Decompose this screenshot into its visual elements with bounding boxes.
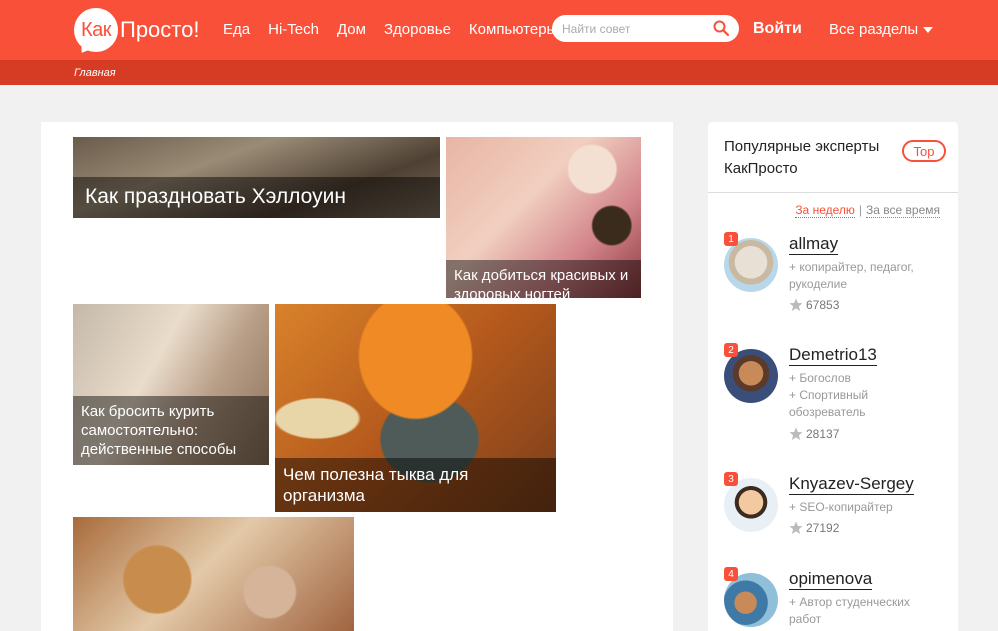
all-sections-label: Все разделы [829,21,919,38]
article-title: Чем полезна тыква для организма [275,458,556,512]
article-tile-nails[interactable]: Как добиться красивых и здоровых ногтей [446,137,641,298]
search-input[interactable] [562,20,702,37]
nav-item-home[interactable]: Дом [337,21,366,38]
top-badge[interactable]: Top [902,140,946,162]
chevron-down-icon [923,27,934,34]
article-tile-halloween[interactable]: Как праздновать Хэллоуин [73,137,440,218]
articles-grid: Как праздновать Хэллоуин Как добиться кр… [41,122,673,631]
search-icon[interactable] [713,20,729,36]
expert-name[interactable]: allmay [789,234,839,255]
expert-name[interactable]: opimenova [789,569,873,590]
top-header: Как Просто! Еда Hi-Tech Дом Здоровье Ком… [0,0,998,60]
article-title: Как бросить курить самостоятельно: дейст… [73,396,269,465]
rank-badge: 2 [724,343,738,357]
all-sections-dropdown[interactable]: Все разделы [829,21,934,38]
nav-item-computers[interactable]: Компьютеры [469,21,557,38]
star-icon [789,521,803,534]
breadcrumb-bar: Главная [0,60,998,85]
period-all-tab[interactable]: За все время [866,203,940,218]
score-value: 67853 [806,298,840,312]
period-switch: За неделю | За все время [795,203,940,218]
article-tile-pumpkin[interactable]: Чем полезна тыква для организма [275,304,556,512]
nav-item-hitech[interactable]: Hi-Tech [268,21,319,38]
expert-description: + SEO-копирайтер [789,500,893,514]
login-link[interactable]: Войти [753,20,802,38]
expert-score: 67853 [789,298,839,312]
expert-description: + копирайтер, педагог, рукоделие [789,260,914,291]
score-value: 28137 [806,427,840,441]
avatar[interactable] [724,349,778,403]
score-value: 27192 [806,521,840,535]
article-tile-quit-smoking[interactable]: Как бросить курить самостоятельно: дейст… [73,304,269,465]
article-tile-food[interactable] [73,517,354,631]
period-week-tab[interactable]: За неделю [795,203,855,218]
nav-item-food[interactable]: Еда [223,21,250,38]
star-icon [789,427,803,440]
expert-name[interactable]: Knyazev-Sergey [789,474,914,495]
sidebar-title: Популярные эксперты КакПросто [724,138,880,177]
rank-badge: 3 [724,472,738,486]
article-title: Как праздновать Хэллоуин [73,177,440,218]
expert-description: + Автор студенческих работ [789,595,910,626]
main-nav: Еда Hi-Tech Дом Здоровье Компьютеры [223,21,575,38]
logo-bubble-text: Как [80,18,112,41]
divider [708,192,958,193]
avatar[interactable] [724,478,778,532]
logo-text: Просто! [120,17,200,42]
search-box [552,15,739,42]
logo[interactable]: Как Просто! [74,8,199,52]
nav-item-health[interactable]: Здоровье [384,21,451,38]
rank-badge: 1 [724,232,738,246]
avatar[interactable] [724,573,778,627]
star-icon [789,298,803,311]
avatar[interactable] [724,238,778,292]
experts-sidebar: Популярные эксперты КакПросто Top За нед… [708,122,958,631]
breadcrumb[interactable]: Главная [74,67,116,79]
article-title: Как добиться красивых и здоровых ногтей [446,260,641,298]
expert-description: + Богослов + Спортивный обозреватель [789,371,869,419]
period-separator: | [858,203,863,217]
expert-name[interactable]: Demetrio13 [789,345,877,366]
logo-bubble-icon: Как [74,8,118,52]
expert-score: 28137 [789,427,839,441]
rank-badge: 4 [724,567,738,581]
expert-score: 27192 [789,521,839,535]
